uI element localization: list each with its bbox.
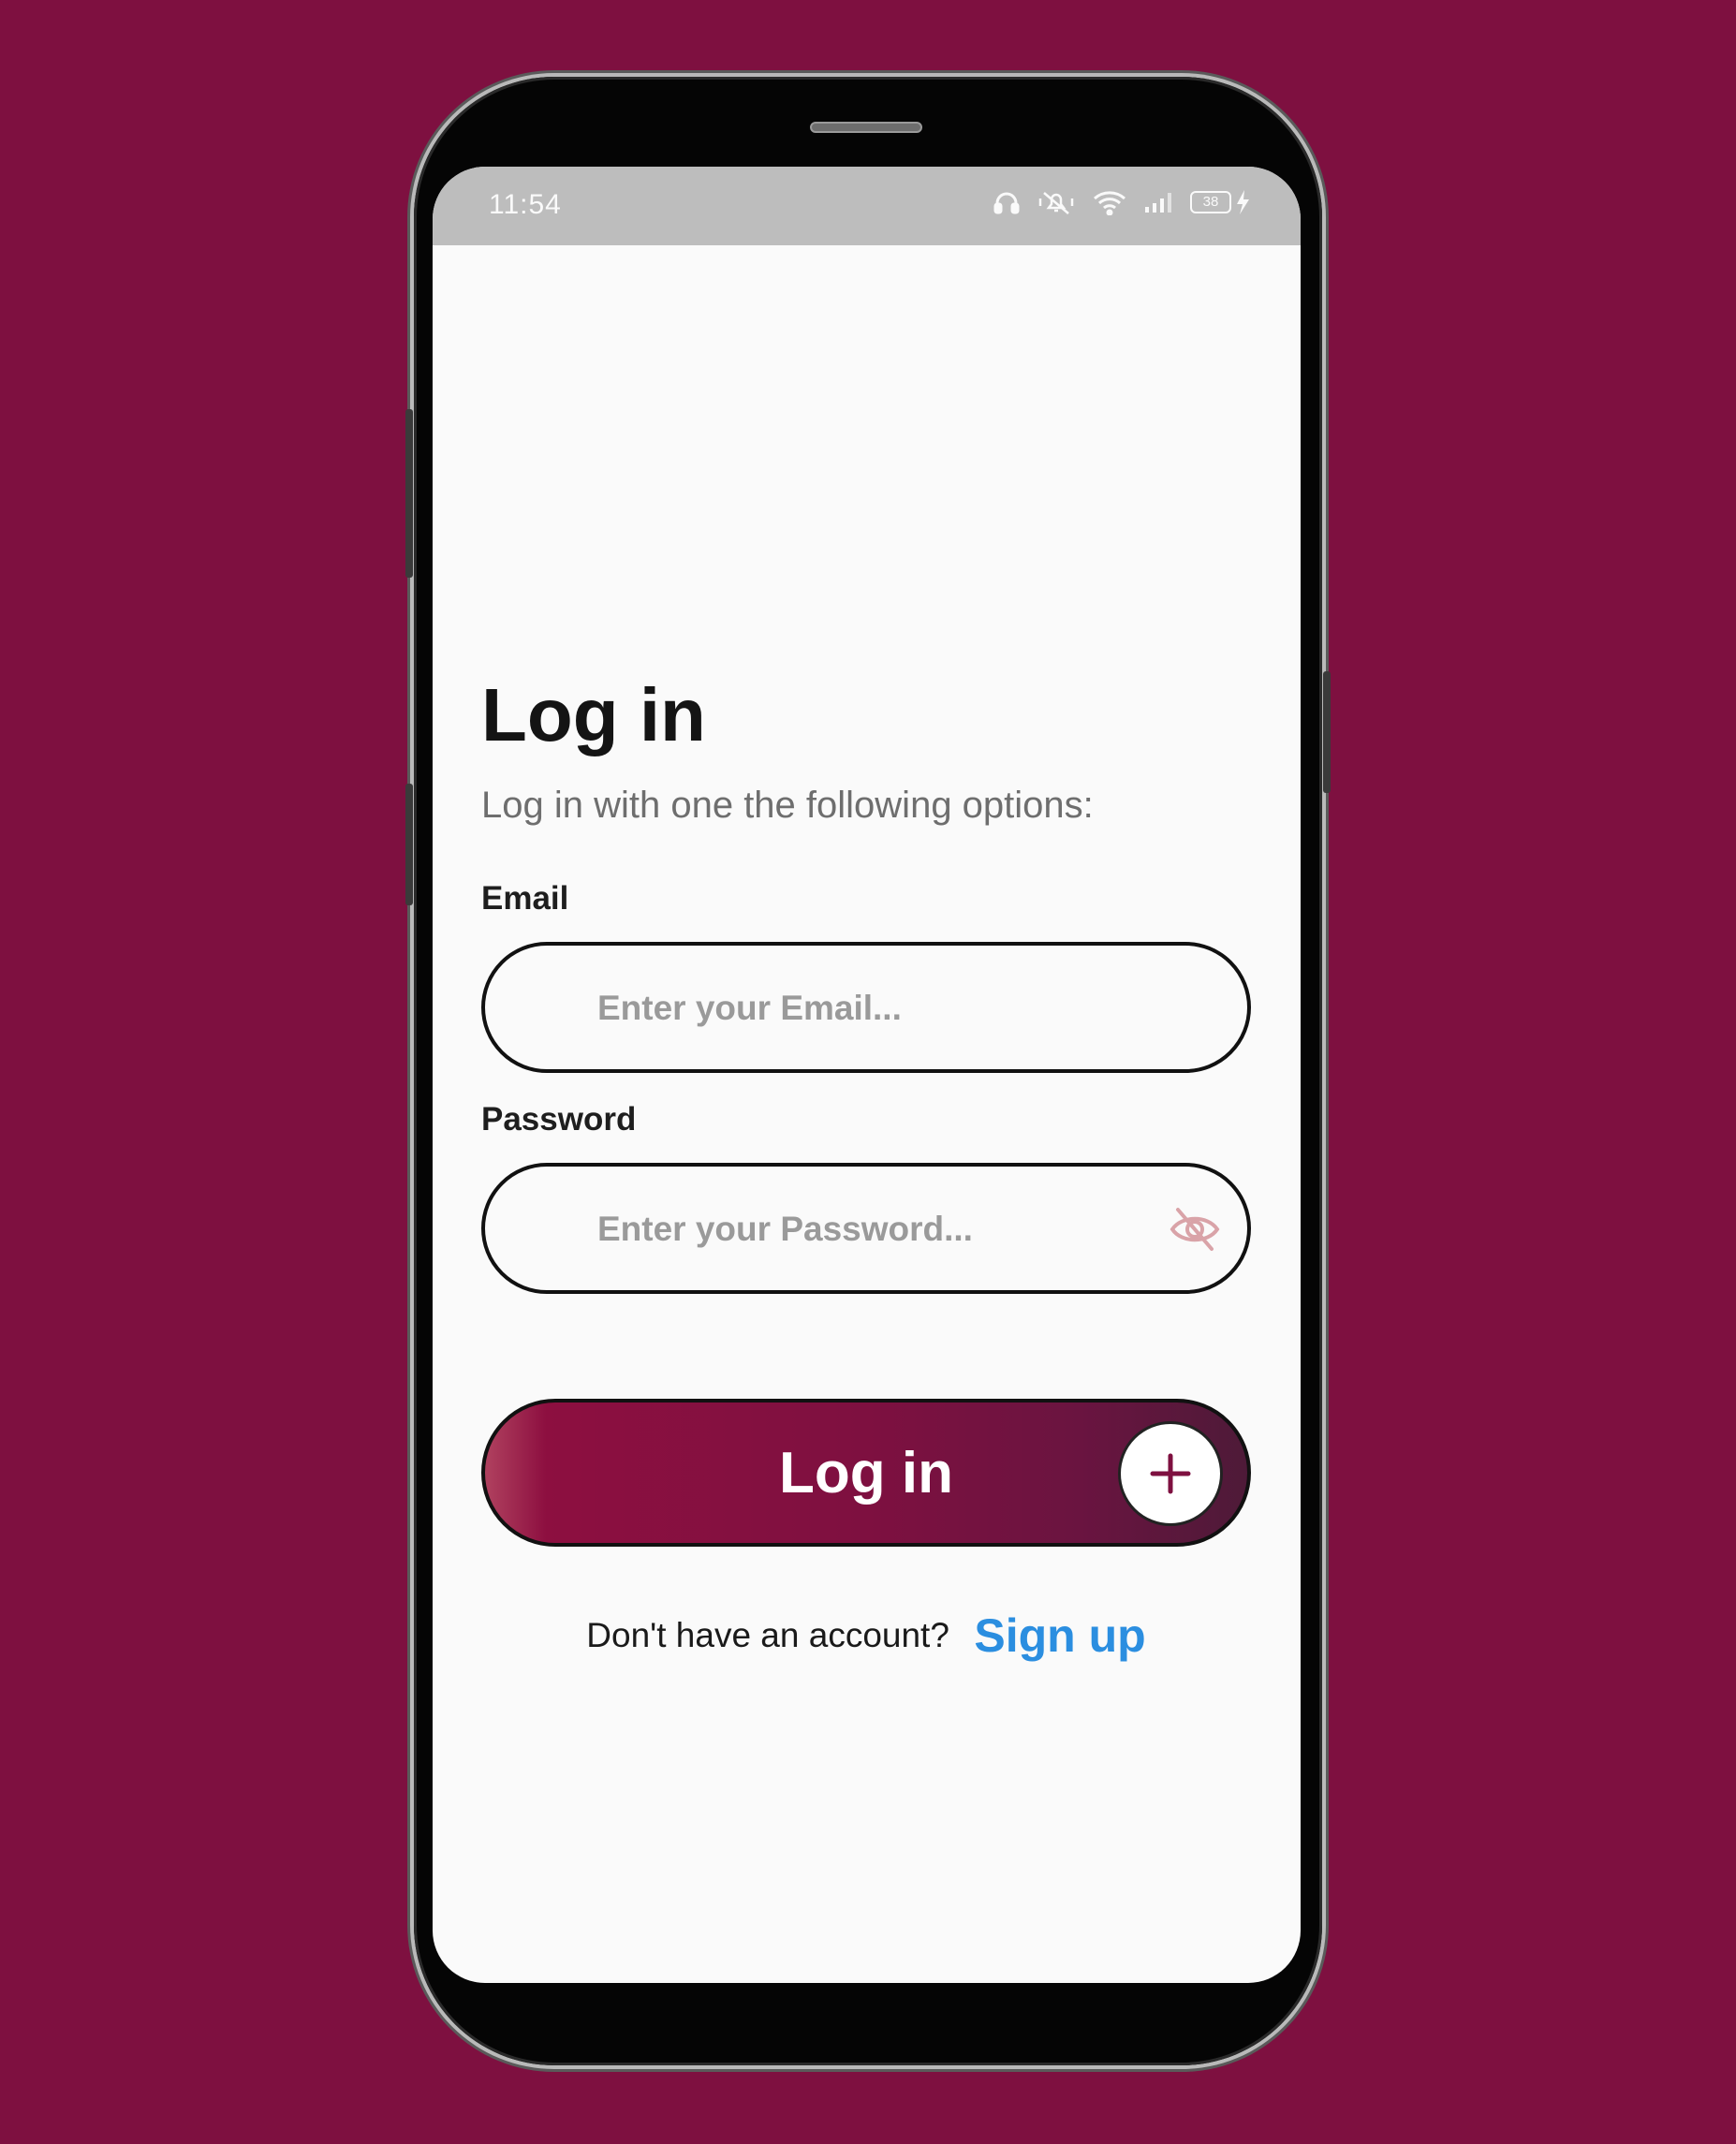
status-icons: 38 <box>993 189 1250 215</box>
headphones-icon <box>993 190 1020 214</box>
signup-row: Don't have an account? Sign up <box>481 1608 1251 1663</box>
volume-up-button <box>405 409 413 578</box>
login-button[interactable]: Log in <box>481 1399 1251 1547</box>
signal-icon <box>1143 190 1173 214</box>
signup-link[interactable]: Sign up <box>974 1609 1145 1662</box>
password-label: Password <box>481 1101 637 1138</box>
password-input[interactable] <box>596 1167 1124 1292</box>
status-bar: 11:54 38 <box>433 167 1301 245</box>
earpiece-speaker <box>810 122 922 133</box>
email-label: Email <box>481 880 569 917</box>
eye-off-icon[interactable] <box>1169 1206 1221 1253</box>
plus-icon[interactable] <box>1118 1421 1223 1526</box>
status-time: 11:54 <box>489 189 562 220</box>
charging-icon <box>1237 190 1249 214</box>
page-title: Log in <box>481 673 706 756</box>
phone-screen: 11:54 38 Log in Log in with one the foll… <box>433 167 1301 1983</box>
volume-down-button <box>405 784 413 905</box>
battery-level: 38 <box>1190 191 1231 213</box>
email-field[interactable] <box>481 942 1251 1073</box>
wifi-icon <box>1093 189 1126 215</box>
password-field[interactable] <box>481 1163 1251 1294</box>
page-subtitle: Log in with one the following options: <box>481 785 1094 826</box>
no-account-text: Don't have an account? <box>586 1616 949 1654</box>
power-button <box>1323 671 1331 793</box>
phone-frame: 11:54 38 Log in Log in with one the foll… <box>405 77 1331 2065</box>
mute-icon <box>1037 189 1076 215</box>
email-input[interactable] <box>596 946 1124 1071</box>
battery-icon: 38 <box>1190 189 1250 215</box>
